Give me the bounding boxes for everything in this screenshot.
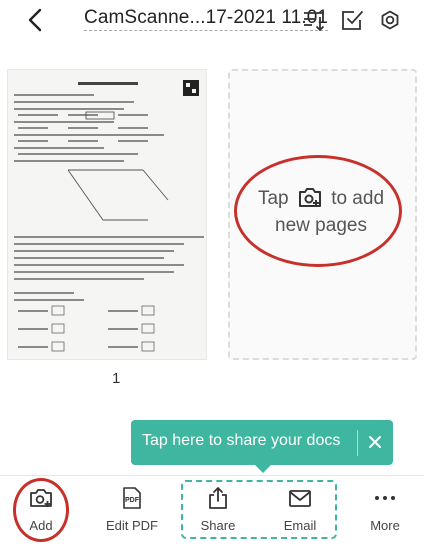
- edit-pdf-button[interactable]: PDF Edit PDF: [96, 476, 168, 555]
- top-bar: CamScanne...17-2021 11.01: [0, 0, 424, 40]
- page-thumbnail[interactable]: [7, 69, 207, 360]
- document-title[interactable]: CamScanne...17-2021 11.01: [84, 7, 329, 31]
- tooltip-divider: [357, 430, 358, 456]
- add-button-highlight: [13, 478, 69, 542]
- sort-icon[interactable]: [302, 8, 326, 32]
- multi-select-icon[interactable]: [340, 8, 364, 32]
- settings-icon[interactable]: [378, 8, 402, 32]
- close-icon[interactable]: [365, 432, 385, 452]
- tooltip-text: Tap here to share your docs: [142, 432, 341, 449]
- add-page-hint[interactable]: Tap to add new pages: [234, 155, 402, 267]
- pdf-icon: PDF: [123, 487, 141, 509]
- add-hint-line-1: Tap to add: [237, 186, 405, 210]
- tooltip-pointer: [254, 464, 272, 473]
- add-hint-text-after: to add: [331, 188, 385, 209]
- more-button[interactable]: More: [349, 476, 421, 555]
- chevron-left-icon[interactable]: [24, 6, 48, 34]
- scanned-page-image: [8, 70, 206, 359]
- more-icon: [375, 496, 395, 500]
- page-number: 1: [112, 370, 121, 387]
- add-hint-text-before: Tap: [257, 188, 289, 209]
- share-options-highlight: [181, 480, 337, 539]
- edit-pdf-label: Edit PDF: [105, 518, 158, 533]
- share-tooltip[interactable]: Tap here to share your docs: [131, 420, 393, 465]
- more-label: More: [370, 518, 400, 533]
- camera-add-icon: [298, 188, 321, 207]
- add-hint-line-2: new pages: [275, 215, 367, 236]
- svg-text:PDF: PDF: [125, 497, 140, 504]
